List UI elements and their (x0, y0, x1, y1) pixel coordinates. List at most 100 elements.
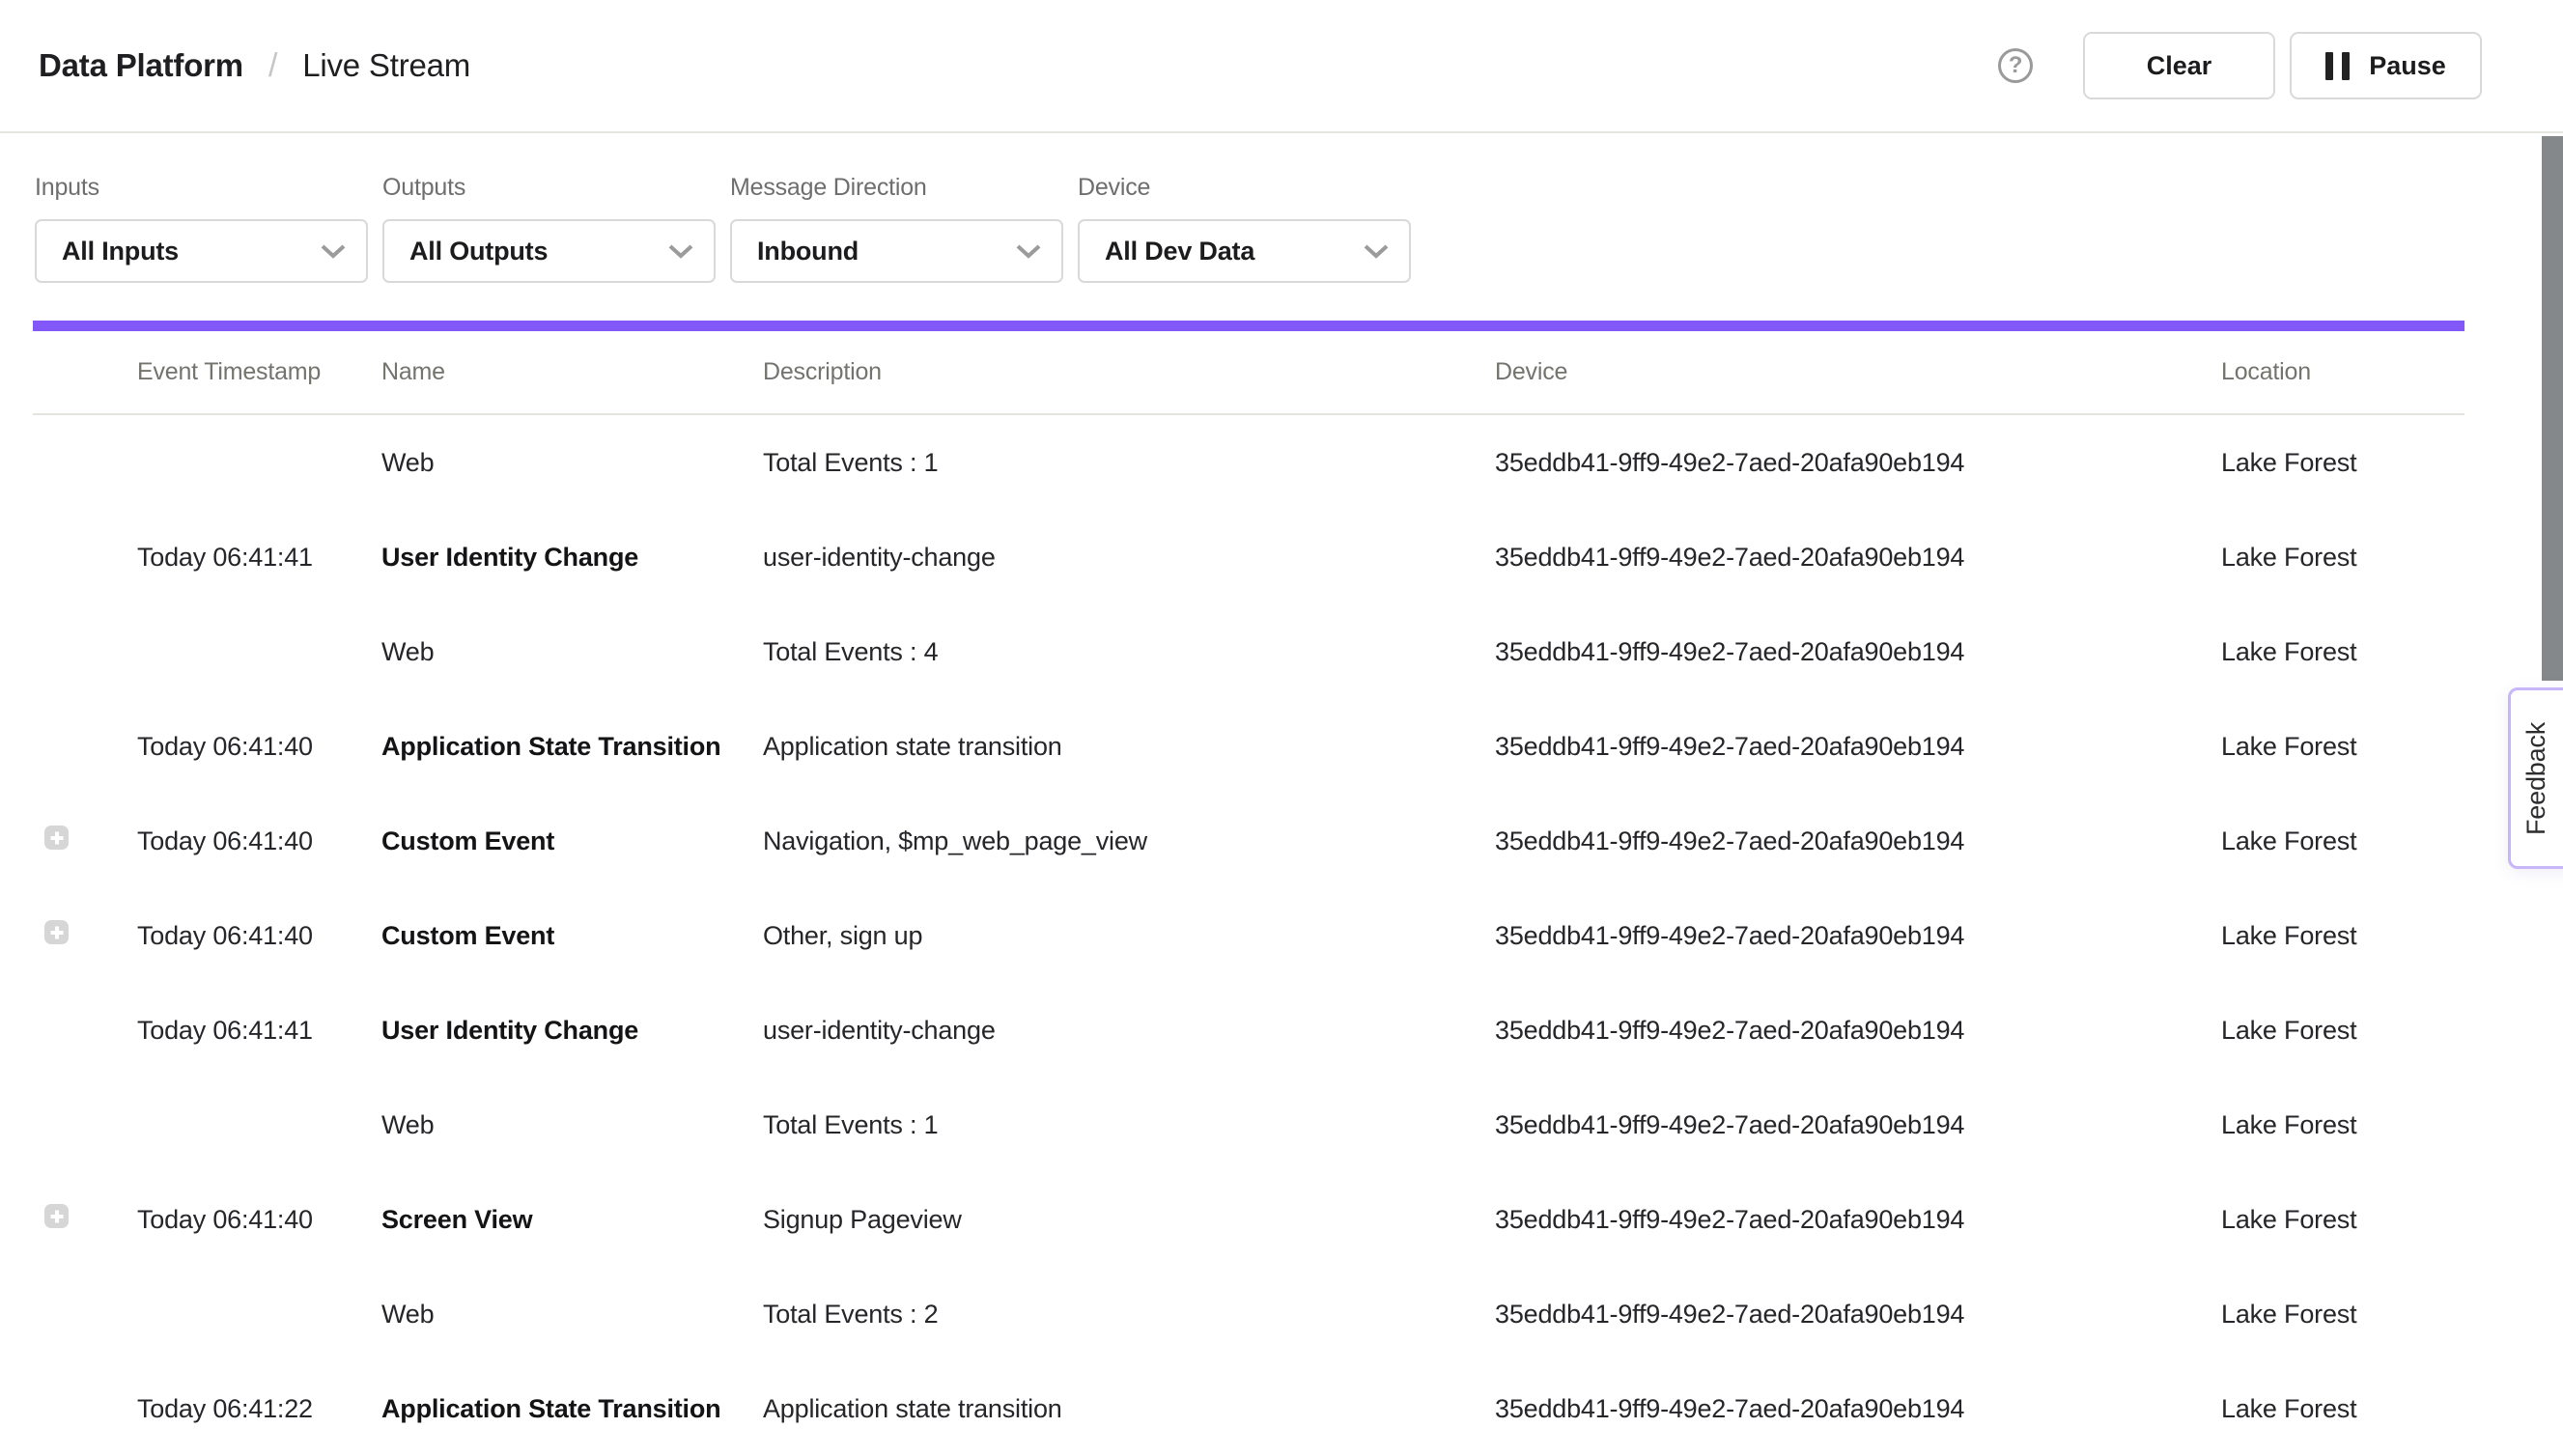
device-select[interactable]: All Dev Data (1078, 219, 1411, 283)
row-device: 35eddb41-9ff9-49e2-7aed-20afa90eb194 (1495, 1205, 2221, 1235)
inputs-select[interactable]: All Inputs (35, 219, 368, 283)
row-description: Total Events : 1 (763, 448, 1495, 478)
row-timestamp: Today 06:41:22 (137, 1394, 381, 1424)
row-location: Lake Forest (2221, 921, 2464, 951)
row-device: 35eddb41-9ff9-49e2-7aed-20afa90eb194 (1495, 1394, 2221, 1424)
expand-row-button[interactable] (44, 1204, 69, 1228)
table-header-row: Event Timestamp Name Description Device … (33, 331, 2464, 415)
row-name: User Identity Change (381, 543, 763, 573)
filter-outputs-label: Outputs (382, 174, 716, 202)
vertical-scrollbar-thumb[interactable] (2542, 136, 2563, 681)
expand-row-button[interactable] (44, 826, 69, 850)
row-location: Lake Forest (2221, 732, 2464, 762)
row-device: 35eddb41-9ff9-49e2-7aed-20afa90eb194 (1495, 732, 2221, 762)
row-description: Signup Pageview (763, 1205, 1495, 1235)
row-location: Lake Forest (2221, 826, 2464, 856)
row-device: 35eddb41-9ff9-49e2-7aed-20afa90eb194 (1495, 1300, 2221, 1330)
row-timestamp: Today 06:41:40 (137, 1205, 381, 1235)
row-device: 35eddb41-9ff9-49e2-7aed-20afa90eb194 (1495, 637, 2221, 667)
feedback-tab[interactable]: Feedback (2508, 687, 2563, 869)
column-header-event-timestamp: Event Timestamp (137, 358, 381, 386)
column-header-location: Location (2221, 358, 2464, 386)
breadcrumb: Data Platform / Live Stream (39, 47, 470, 85)
row-location: Lake Forest (2221, 1205, 2464, 1235)
row-timestamp: Today 06:41:40 (137, 732, 381, 762)
row-device: 35eddb41-9ff9-49e2-7aed-20afa90eb194 (1495, 921, 2221, 951)
breadcrumb-separator: / (268, 47, 277, 85)
row-description: Other, sign up (763, 921, 1495, 951)
table-row[interactable]: Today 06:41:40 Application State Transit… (33, 699, 2464, 794)
table-row[interactable]: Today 06:41:41 User Identity Change user… (33, 510, 2464, 604)
row-device: 35eddb41-9ff9-49e2-7aed-20afa90eb194 (1495, 1016, 2221, 1046)
row-description: user-identity-change (763, 1016, 1495, 1046)
table-row[interactable]: Web Total Events : 1 35eddb41-9ff9-49e2-… (33, 415, 2464, 510)
events-table: Event Timestamp Name Description Device … (33, 331, 2464, 1456)
column-header-name: Name (381, 358, 763, 386)
row-location: Lake Forest (2221, 1110, 2464, 1140)
clear-button-label: Clear (2147, 51, 2212, 81)
filter-device-label: Device (1078, 174, 1411, 202)
row-device: 35eddb41-9ff9-49e2-7aed-20afa90eb194 (1495, 826, 2221, 856)
row-device: 35eddb41-9ff9-49e2-7aed-20afa90eb194 (1495, 543, 2221, 573)
row-location: Lake Forest (2221, 1016, 2464, 1046)
column-header-device: Device (1495, 358, 2221, 386)
row-name: Custom Event (381, 826, 763, 856)
table-row[interactable]: Today 06:41:40 Screen View Signup Pagevi… (33, 1172, 2464, 1267)
row-device: 35eddb41-9ff9-49e2-7aed-20afa90eb194 (1495, 1110, 2221, 1140)
row-name: Web (381, 1300, 763, 1330)
row-description: Total Events : 2 (763, 1300, 1495, 1330)
row-name: Custom Event (381, 921, 763, 951)
column-header-description: Description (763, 358, 1495, 386)
table-row[interactable]: Today 06:41:22 Application State Transit… (33, 1361, 2464, 1456)
breadcrumb-section[interactable]: Data Platform (39, 47, 243, 84)
filter-device: Device All Dev Data (1078, 174, 1411, 283)
outputs-select-value: All Outputs (409, 237, 548, 266)
pause-button[interactable]: Pause (2290, 32, 2482, 99)
chevron-down-icon (1363, 242, 1390, 260)
row-timestamp: Today 06:41:41 (137, 543, 381, 573)
row-description: Application state transition (763, 1394, 1495, 1424)
row-timestamp: Today 06:41:41 (137, 1016, 381, 1046)
table-row[interactable]: Web Total Events : 1 35eddb41-9ff9-49e2-… (33, 1078, 2464, 1172)
row-location: Lake Forest (2221, 1300, 2464, 1330)
row-timestamp: Today 06:41:40 (137, 921, 381, 951)
table-row[interactable]: Today 06:41:40 Custom Event Navigation, … (33, 794, 2464, 888)
row-timestamp: Today 06:41:40 (137, 826, 381, 856)
table-row[interactable]: Today 06:41:40 Custom Event Other, sign … (33, 888, 2464, 983)
row-name: User Identity Change (381, 1016, 763, 1046)
row-device: 35eddb41-9ff9-49e2-7aed-20afa90eb194 (1495, 448, 2221, 478)
table-row[interactable]: Today 06:41:41 User Identity Change user… (33, 983, 2464, 1078)
table-row[interactable]: Web Total Events : 2 35eddb41-9ff9-49e2-… (33, 1267, 2464, 1361)
filter-inputs: Inputs All Inputs (35, 174, 368, 283)
chevron-down-icon (320, 242, 347, 260)
filter-outputs: Outputs All Outputs (382, 174, 716, 283)
row-description: Total Events : 1 (763, 1110, 1495, 1140)
message-direction-select[interactable]: Inbound (730, 219, 1063, 283)
table-body: Web Total Events : 1 35eddb41-9ff9-49e2-… (33, 415, 2464, 1456)
clear-button[interactable]: Clear (2083, 32, 2275, 99)
pause-icon (2325, 52, 2350, 80)
page-header: Data Platform / Live Stream ? Clear Paus… (0, 0, 2563, 133)
row-location: Lake Forest (2221, 637, 2464, 667)
row-description: Total Events : 4 (763, 637, 1495, 667)
outputs-select[interactable]: All Outputs (382, 219, 716, 283)
row-name: Application State Transition (381, 1394, 763, 1424)
table-row[interactable]: Web Total Events : 4 35eddb41-9ff9-49e2-… (33, 604, 2464, 699)
row-location: Lake Forest (2221, 543, 2464, 573)
filters-bar: Inputs All Inputs Outputs All Outputs Me… (0, 133, 2563, 283)
row-name: Web (381, 1110, 763, 1140)
expand-row-button[interactable] (44, 920, 69, 944)
help-icon[interactable]: ? (1998, 48, 2033, 83)
row-name: Application State Transition (381, 732, 763, 762)
pause-button-label: Pause (2369, 51, 2446, 81)
device-select-value: All Dev Data (1105, 237, 1254, 266)
row-name: Web (381, 448, 763, 478)
row-description: Navigation, $mp_web_page_view (763, 826, 1495, 856)
inputs-select-value: All Inputs (62, 237, 179, 266)
row-name: Screen View (381, 1205, 763, 1235)
filter-inputs-label: Inputs (35, 174, 368, 202)
row-name: Web (381, 637, 763, 667)
filter-message-direction: Message Direction Inbound (730, 174, 1063, 283)
feedback-tab-label: Feedback (2521, 722, 2551, 835)
row-description: Application state transition (763, 732, 1495, 762)
